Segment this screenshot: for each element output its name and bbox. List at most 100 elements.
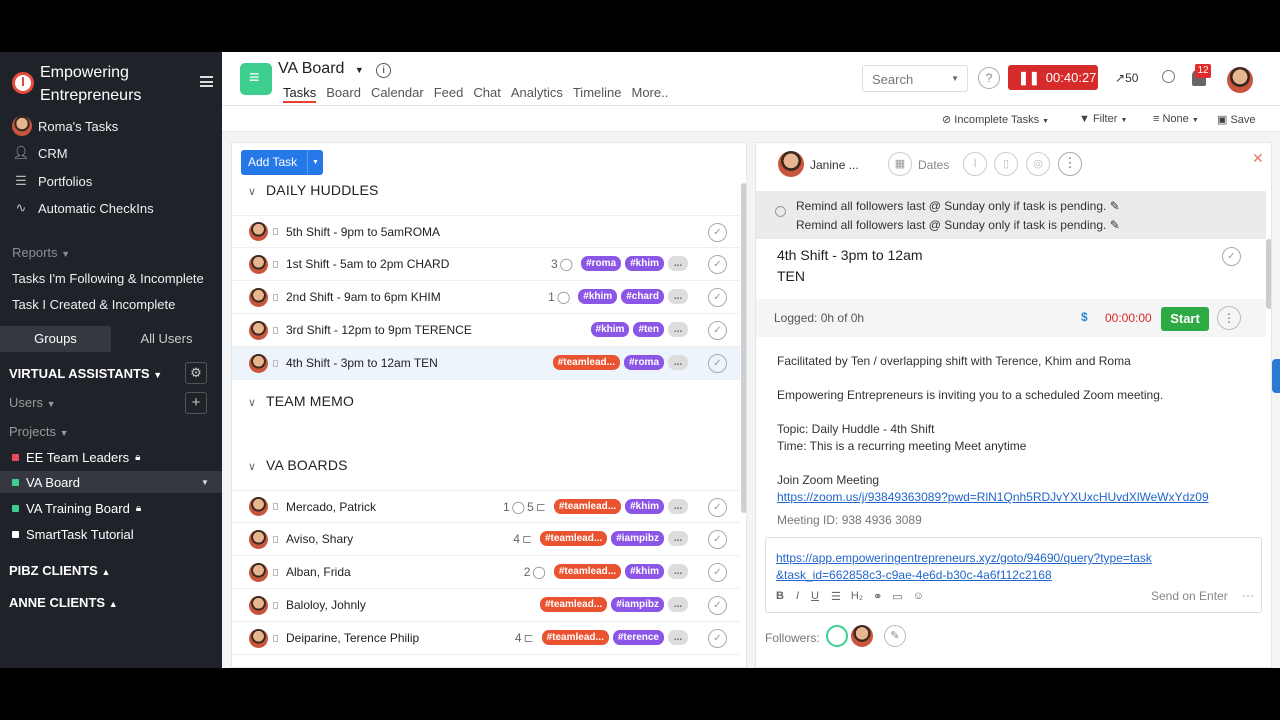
sidebar-item-crm[interactable]: 👤︎ CRM <box>12 142 68 164</box>
tag-badge[interactable]: #khim <box>625 256 664 271</box>
tag-badge[interactable]: #khim <box>625 499 664 514</box>
tag-badge[interactable]: #teamlead... <box>553 499 622 514</box>
client-group-pibz[interactable]: PIBZ CLIENTS ▲ <box>9 563 110 578</box>
tag-badge[interactable]: #ten <box>633 322 664 337</box>
task-title-line2[interactable]: TEN <box>777 268 805 284</box>
drag-handle-icon[interactable] <box>273 260 278 268</box>
tag-badge[interactable]: #iampibz <box>611 531 664 546</box>
tag-badge[interactable]: #iampibz <box>611 597 664 612</box>
project-va-board[interactable]: VA Board ▼ <box>0 471 222 493</box>
complete-check-icon[interactable]: ✓ <box>708 530 727 549</box>
billable-dollar-icon[interactable]: $ <box>1081 310 1088 324</box>
more-options-icon[interactable]: ··· <box>1242 588 1254 602</box>
menu-icon[interactable] <box>200 76 213 87</box>
tab-all-users[interactable]: All Users <box>111 326 222 352</box>
tag-badge[interactable]: #khim <box>590 322 630 337</box>
drag-handle-icon[interactable] <box>273 503 278 510</box>
complete-check-icon[interactable]: ✓ <box>708 629 727 648</box>
tab-analytics[interactable]: Analytics <box>511 85 563 103</box>
comment-text[interactable]: https://app.empoweringentrepreneurs.xyz/… <box>776 550 1156 584</box>
board-title[interactable]: VA Board ▼ i <box>278 60 392 78</box>
drag-handle-icon[interactable] <box>273 228 278 235</box>
incomplete-tasks-filter[interactable]: ⊘ Incomplete Tasks ▼ <box>942 113 1049 126</box>
tag-badge[interactable]: #teamlead... <box>539 597 608 612</box>
tag-badge[interactable]: #teamlead... <box>539 531 608 546</box>
task-row[interactable]: Mercado, Patrick 1 ◯ 5 ⊏ #teamlead... #khim...… <box>232 490 740 523</box>
close-icon[interactable]: ✕ <box>1252 150 1264 167</box>
more-tags-button[interactable]: ... <box>668 531 688 546</box>
tag-badge[interactable]: #teamlead... <box>541 630 609 645</box>
tab-timeline[interactable]: Timeline <box>573 85 622 103</box>
pencil-icon[interactable]: ✎ <box>1110 218 1120 232</box>
task-row[interactable]: 5th Shift - 9pm to 5amROMA ✓ <box>232 215 740 248</box>
task-row[interactable]: Deiparine, Terence Philip 4 ⊏ #teamlead... #… <box>232 622 740 655</box>
report-created[interactable]: Task I Created & Incomplete <box>12 293 175 315</box>
trend-counter[interactable]: ↗50 <box>1115 71 1138 85</box>
caret-down-icon[interactable]: ▼ <box>307 150 323 175</box>
add-task-button[interactable]: Add Task ▼ <box>241 150 323 175</box>
complete-check-icon[interactable]: ✓ <box>708 321 727 340</box>
group-by-none[interactable]: ≡ None ▼ <box>1153 113 1199 125</box>
emoji-icon[interactable]: ☺ <box>913 590 924 603</box>
more-tags-button[interactable]: ... <box>668 630 688 645</box>
sidebar-item-checkins[interactable]: ∿ Automatic CheckIns <box>12 197 154 219</box>
sidebar-item-my-tasks[interactable]: Roma's Tasks <box>12 115 118 137</box>
section-va-boards[interactable]: ∨ VA BOARDS <box>248 457 348 473</box>
task-row[interactable]: Aviso, Shary 4 ⊏ #teamlead... #iampibz... ✓ <box>232 523 740 556</box>
tab-board[interactable]: Board <box>326 85 361 103</box>
assignee-name[interactable]: Janine ... <box>810 158 859 172</box>
drag-handle-icon[interactable] <box>273 326 278 334</box>
more-tags-button[interactable]: ... <box>668 499 688 514</box>
clock-icon[interactable] <box>1162 70 1175 83</box>
calendar-icon[interactable]: ▦ <box>888 152 912 176</box>
start-timer-button[interactable]: Start <box>1161 307 1209 331</box>
italic-icon[interactable]: I <box>796 590 799 603</box>
edit-followers-pencil-icon[interactable]: ✎ <box>884 625 906 647</box>
tab-chat[interactable]: Chat <box>473 85 500 103</box>
tag-badge[interactable]: #chard <box>621 289 664 304</box>
projects-header[interactable]: Projects ▼ <box>9 424 69 439</box>
tab-tasks[interactable]: Tasks <box>283 85 317 103</box>
user-avatar[interactable] <box>1227 67 1253 93</box>
more-tags-button[interactable]: ... <box>668 256 688 271</box>
video-icon[interactable]: ▭ <box>892 590 902 603</box>
search-dropdown[interactable]: Search ▼ <box>862 65 968 92</box>
tag-badge[interactable]: #roma <box>623 355 664 370</box>
drag-handle-icon[interactable] <box>273 359 278 367</box>
sidebar-item-portfolios[interactable]: ☰ Portfolios <box>12 170 92 192</box>
task-row[interactable]: Alban, Frida 2 ◯ #teamlead... #khim... ✓ <box>232 556 740 589</box>
follower-avatar[interactable] <box>851 625 873 647</box>
complete-check-icon[interactable]: ✓ <box>708 498 727 517</box>
bold-icon[interactable]: B <box>776 590 784 603</box>
attachment-icon[interactable]: ⌇ <box>963 152 987 176</box>
tab-calendar[interactable]: Calendar <box>371 85 424 103</box>
underline-icon[interactable]: U <box>811 590 819 603</box>
project-va-training-board[interactable]: VA Training Board 🔒︎ <box>12 497 222 519</box>
bullet-list-icon[interactable]: ☰ <box>831 590 841 603</box>
complete-check-icon[interactable]: ✓ <box>708 563 727 582</box>
more-options-icon[interactable]: ⋮ <box>1058 152 1082 176</box>
reminder-line[interactable]: Remind all followers last @ Sunday only … <box>796 218 1120 232</box>
section-team-memo[interactable]: ∨ TEAM MEMO <box>248 393 354 409</box>
report-following[interactable]: Tasks I'm Following & Incomplete <box>12 267 204 289</box>
complete-check-icon[interactable]: ✓ <box>708 596 727 615</box>
group-settings-gear-icon[interactable]: ⚙ <box>185 362 207 384</box>
drag-handle-icon[interactable] <box>273 601 278 609</box>
drag-handle-icon[interactable] <box>273 535 278 543</box>
project-ee-team-leaders[interactable]: EE Team Leaders 🔒︎ <box>12 446 222 468</box>
heading-icon[interactable]: H₂ <box>851 590 863 603</box>
side-drawer-tab[interactable] <box>1272 359 1280 393</box>
task-row-selected[interactable]: 4th Shift - 3pm to 12am TEN #teamlead... #… <box>232 347 740 380</box>
complete-check-icon[interactable]: ✓ <box>708 255 727 274</box>
drag-handle-icon[interactable] <box>273 293 278 301</box>
complete-check-icon[interactable]: ✓ <box>1222 247 1241 266</box>
save-button[interactable]: ▣ Save <box>1217 113 1256 126</box>
add-user-plus-icon[interactable]: + <box>185 392 207 414</box>
project-smarttask-tutorial[interactable]: SmartTask Tutorial <box>12 523 222 545</box>
complete-check-icon[interactable]: ✓ <box>708 354 727 373</box>
tag-badge[interactable]: #terence <box>612 630 664 645</box>
dependency-icon[interactable]: ▯ <box>994 152 1018 176</box>
more-tags-button[interactable]: ... <box>668 564 688 579</box>
tag-badge[interactable]: #khim <box>578 289 618 304</box>
zoom-link[interactable]: https://zoom.us/j/93849363089?pwd=RlN1Qn… <box>777 489 1257 506</box>
